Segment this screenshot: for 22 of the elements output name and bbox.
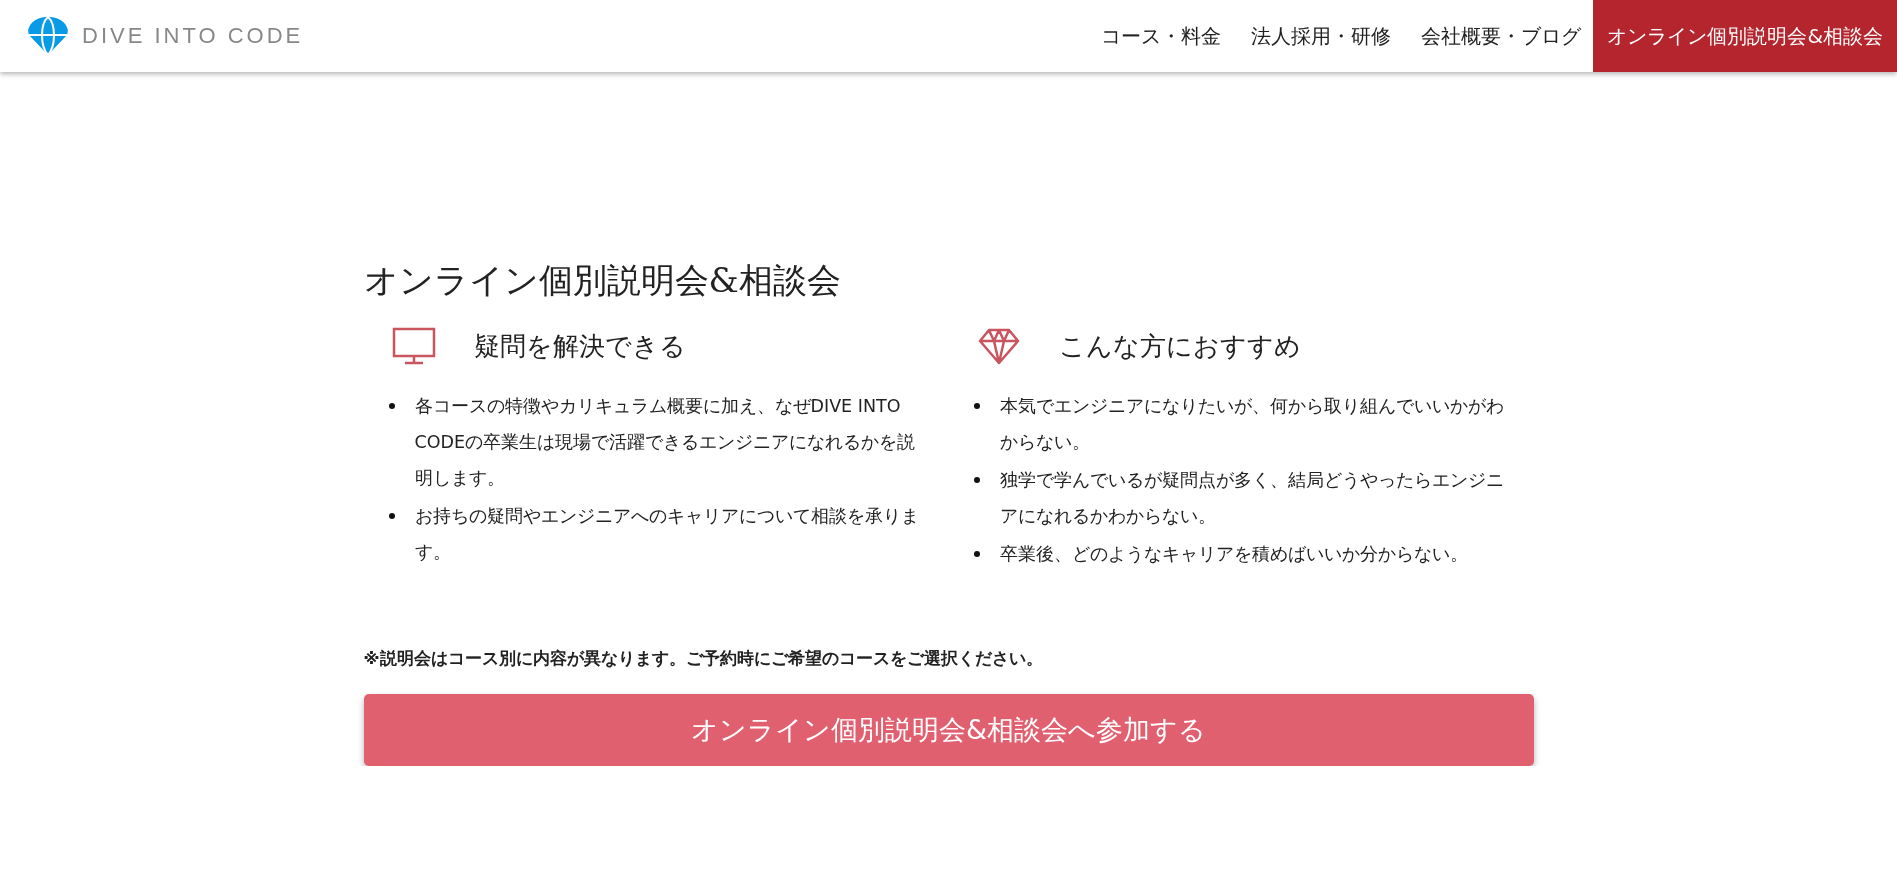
bullet-text: お持ちの疑問やエンジニアへのキャリアについて相談を承ります。 — [414, 505, 920, 564]
bullet-icon — [973, 403, 980, 409]
monitor-icon — [391, 326, 436, 366]
consultation-nav-button[interactable]: オンライン個別説明会&相談会 — [1593, 0, 1897, 72]
bullet-text: 卒業後、どのようなキャリアを積めばいいか分からない。 — [999, 543, 1468, 566]
bullet-text: 本気でエンジニアになりたいが、何から取り組んでいいかがわからない。 — [999, 395, 1505, 454]
bullet-icon — [388, 403, 395, 409]
bullet-icon — [973, 551, 980, 557]
bullet-icon — [973, 477, 980, 483]
column-heading: 疑問を解決できる — [473, 329, 686, 363]
section-title: オンライン個別説明会&相談会 — [363, 259, 842, 302]
logo-text: DIVE INTO CODE — [82, 23, 304, 49]
bullet-icon — [388, 513, 395, 519]
note-text: ※説明会はコース別に内容が異なります。ご予約時にご希望のコースをご選択ください。 — [363, 648, 1044, 670]
nav-link[interactable]: コース・料金 — [1089, 0, 1234, 72]
nav-link[interactable]: 会社概要・ブログ — [1409, 0, 1594, 72]
diamond-icon — [976, 326, 1021, 366]
bullet-text: 各コースの特徴やカリキュラム概要に加え、なぜDIVE INTO CODEの卒業生は現場で活躍できるエンジニアになれるかを説明します。 — [414, 395, 917, 490]
column-heading: こんな方におすすめ — [1058, 329, 1301, 363]
bullet-text: 独学で学んでいるが疑問点が多く、結局どうやったらエンジニアになれるかわからない。 — [999, 469, 1505, 528]
globe-logo-icon — [28, 16, 68, 56]
nav-link[interactable]: 法人採用・研修 — [1239, 0, 1404, 72]
